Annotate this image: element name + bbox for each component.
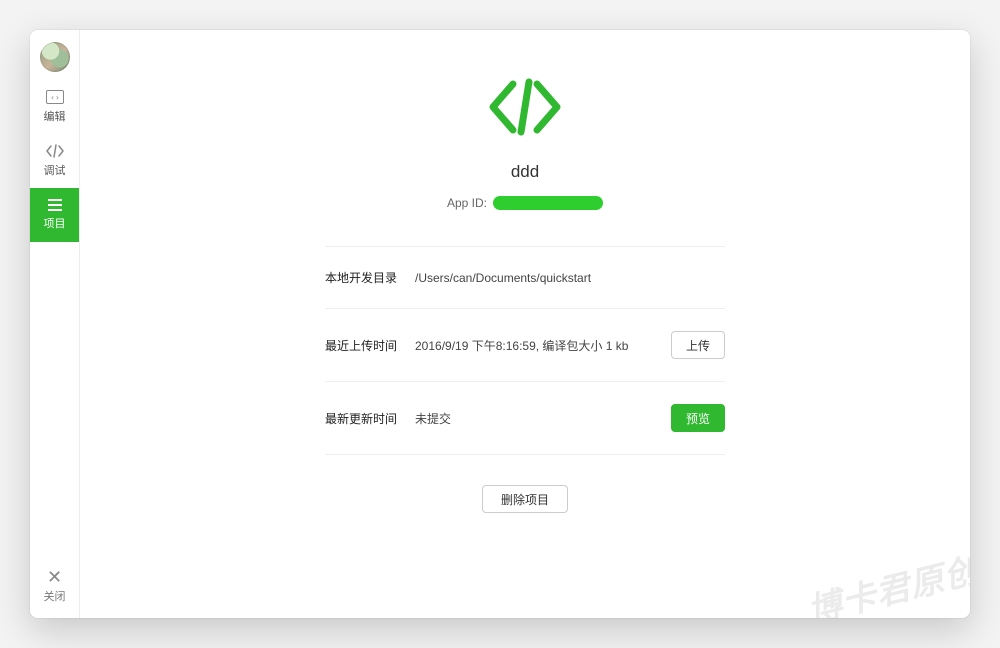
main-panel: ddd App ID: 本地开发目录 /Users/can/Documents/… bbox=[80, 30, 970, 618]
watermark: 博卡君原创 bbox=[802, 543, 970, 618]
row-last-upload: 最近上传时间 2016/9/19 下午8:16:59, 编译包大小 1 kb 上… bbox=[325, 309, 725, 382]
code-box-icon: ‹› bbox=[46, 90, 64, 104]
menu-icon bbox=[47, 199, 63, 211]
last-update-label: 最新更新时间 bbox=[325, 410, 415, 427]
sidebar-item-edit[interactable]: ‹› 编辑 bbox=[30, 80, 79, 134]
sidebar-item-project[interactable]: 项目 bbox=[30, 188, 79, 242]
row-last-update: 最新更新时间 未提交 预览 bbox=[325, 382, 725, 455]
svg-text:‹›: ‹› bbox=[50, 93, 60, 102]
appid-label: App ID: bbox=[447, 196, 487, 210]
preview-button[interactable]: 预览 bbox=[671, 404, 725, 432]
sidebar-item-label: 编辑 bbox=[44, 108, 66, 124]
upload-button[interactable]: 上传 bbox=[671, 331, 725, 359]
app-logo-icon bbox=[483, 78, 567, 136]
code-slash-icon bbox=[45, 144, 65, 158]
sidebar-item-label: 调试 bbox=[44, 162, 66, 178]
app-name: ddd bbox=[511, 162, 539, 182]
sidebar: ‹› 编辑 调试 项目 ✕ 关闭 bbox=[30, 30, 80, 618]
appid-value-redacted bbox=[493, 196, 603, 210]
last-upload-label: 最近上传时间 bbox=[325, 337, 415, 354]
last-upload-value: 2016/9/19 下午8:16:59, 编译包大小 1 kb bbox=[415, 337, 671, 354]
project-details: 本地开发目录 /Users/can/Documents/quickstart 最… bbox=[325, 246, 725, 455]
sidebar-close-label: 关闭 bbox=[44, 588, 66, 604]
last-update-value: 未提交 bbox=[415, 410, 671, 427]
close-icon: ✕ bbox=[47, 568, 62, 586]
sidebar-item-debug[interactable]: 调试 bbox=[30, 134, 79, 188]
delete-project-button[interactable]: 删除项目 bbox=[482, 485, 568, 513]
row-local-dir: 本地开发目录 /Users/can/Documents/quickstart bbox=[325, 247, 725, 309]
sidebar-close[interactable]: ✕ 关闭 bbox=[30, 558, 79, 618]
sidebar-item-label: 项目 bbox=[44, 215, 66, 231]
local-dir-value: /Users/can/Documents/quickstart bbox=[415, 271, 725, 285]
app-window: ‹› 编辑 调试 项目 ✕ 关闭 bbox=[30, 30, 970, 618]
avatar[interactable] bbox=[40, 42, 70, 72]
appid-row: App ID: bbox=[447, 196, 603, 210]
local-dir-label: 本地开发目录 bbox=[325, 269, 415, 286]
